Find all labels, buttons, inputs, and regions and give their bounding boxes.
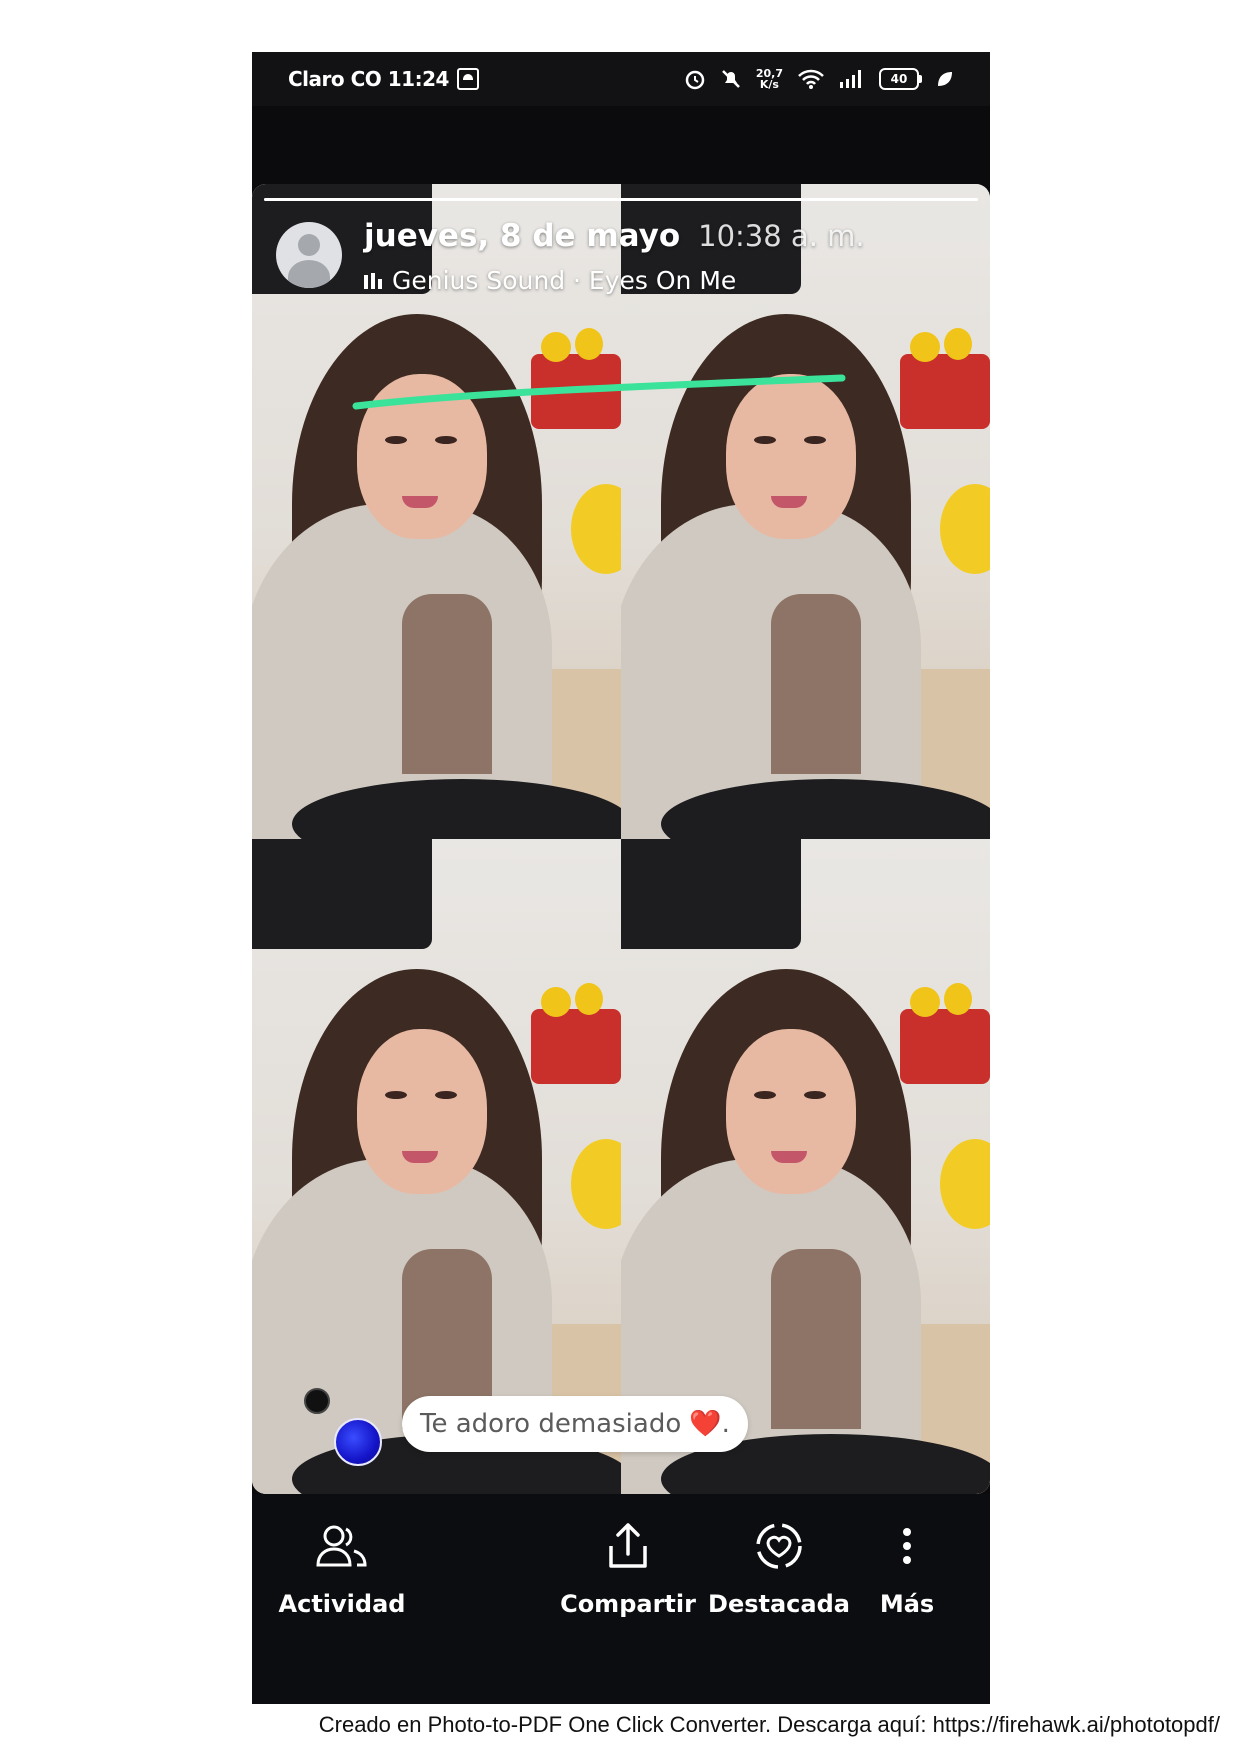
- reply-bubble[interactable]: Te adoro demasiado ❤️ .: [402, 1396, 748, 1452]
- mute-icon: [721, 70, 740, 88]
- share-label: Compartir: [560, 1590, 696, 1618]
- status-left: Claro CO 11:24: [288, 67, 479, 91]
- story-header-text: jueves, 8 de mayo 10:38 a. m. Genius Sou…: [364, 218, 865, 295]
- more-vertical-icon: [877, 1516, 937, 1576]
- phone-screenshot: Claro CO 11:24 20,7 K/s 40 jueves, 8 de …: [252, 52, 990, 1704]
- story-viewer[interactable]: jueves, 8 de mayo 10:38 a. m. Genius Sou…: [252, 184, 990, 1494]
- network-speed: 20,7 K/s: [756, 68, 783, 90]
- highlight-label: Destacada: [708, 1590, 850, 1618]
- alarm-icon: [685, 70, 705, 90]
- heart-emoji: ❤️: [689, 1409, 722, 1439]
- battery-icon: 40: [879, 68, 922, 90]
- status-bar: Claro CO 11:24 20,7 K/s 40: [252, 52, 990, 106]
- more-label: Más: [879, 1590, 935, 1618]
- reply-text: Te adoro demasiado: [420, 1409, 682, 1439]
- share-icon: [598, 1516, 658, 1576]
- people-icon: [312, 1516, 372, 1576]
- bottom-action-bar: Actividad Compartir Destacada Más: [252, 1494, 990, 1704]
- footer-credit: Creado en Photo-to-PDF One Click Convert…: [318, 1712, 1220, 1737]
- speed-unit: K/s: [759, 78, 779, 91]
- leaf-icon: [938, 72, 952, 86]
- reply-suffix: .: [721, 1409, 730, 1439]
- highlight-button[interactable]: Destacada: [708, 1516, 850, 1618]
- activity-button[interactable]: Actividad: [279, 1516, 405, 1618]
- user-avatar[interactable]: [276, 222, 342, 288]
- story-header: jueves, 8 de mayo 10:38 a. m. Genius Sou…: [276, 218, 865, 295]
- share-button[interactable]: Compartir: [560, 1516, 696, 1618]
- story-progress-bar: [264, 198, 978, 201]
- wifi-icon: [798, 69, 824, 89]
- highlight-heart-icon: [749, 1516, 809, 1576]
- battery-level: 40: [890, 72, 908, 86]
- story-progress-fill: [264, 198, 978, 201]
- story-time: 10:38 a. m.: [698, 219, 865, 253]
- notification-icon: [456, 68, 479, 90]
- status-icons: 20,7 K/s 40: [684, 68, 954, 90]
- activity-label: Actividad: [278, 1590, 406, 1618]
- music-sticker[interactable]: Genius Sound · Eyes On Me: [364, 266, 865, 295]
- reply-avatar[interactable]: [334, 1418, 382, 1466]
- music-bars-icon: [364, 272, 382, 289]
- story-date: jueves, 8 de mayo: [364, 218, 681, 254]
- more-button[interactable]: Más: [852, 1516, 962, 1618]
- annotation-underline: [352, 374, 846, 410]
- music-title: Genius Sound · Eyes On Me: [392, 266, 737, 295]
- carrier-time: Claro CO 11:24: [288, 67, 449, 91]
- signal-icon: [840, 70, 861, 88]
- reply-avatar-small: [304, 1388, 330, 1414]
